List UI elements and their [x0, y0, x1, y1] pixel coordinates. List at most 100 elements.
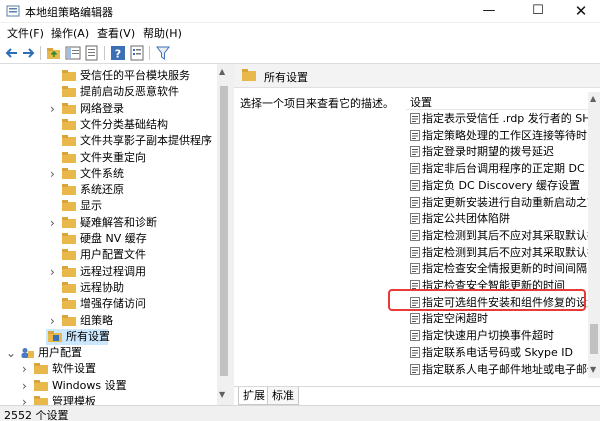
tree-item[interactable]: › 软件设置 — [0, 361, 215, 377]
scroll-up-arrow-icon[interactable]: ▲ — [590, 94, 596, 103]
folder-icon — [48, 330, 62, 342]
status-text: 2552 个设置 — [4, 409, 69, 421]
chevron-right-icon[interactable]: › — [50, 166, 60, 182]
setting-row[interactable]: 指定负 DC Discovery 缓存设置 — [406, 177, 588, 194]
tree-item[interactable]: › Windows 设置 — [0, 378, 215, 394]
folder-icon — [62, 167, 76, 179]
folder-icon — [62, 135, 76, 147]
folder-icon — [242, 69, 256, 81]
setting-row[interactable]: 指定公共团体陷阱 — [406, 210, 588, 227]
folder-icon — [34, 396, 48, 405]
setting-row[interactable]: 指定表示受信任 .rdp 发行者的 SHA1 — [406, 110, 588, 127]
tree-item[interactable]: 用户配置文件 — [0, 247, 215, 263]
tree-item-label: 文件共享影子副本提供程序 — [80, 134, 212, 148]
tree-item[interactable]: 远程协助 — [0, 280, 215, 296]
setting-row[interactable]: 指定检查安全情报更新的时间间隔 — [406, 260, 588, 277]
list-vertical-scrollbar[interactable]: ▲ ▼ — [588, 92, 600, 378]
scroll-up-arrow-icon[interactable]: ▲ — [219, 67, 225, 76]
setting-row[interactable]: 指定快速用户切换事件超时 — [406, 327, 588, 344]
setting-row[interactable]: 指定更新安装进行自动重新启动之前的 — [406, 194, 588, 211]
menu-file[interactable]: 文件(F) — [7, 25, 44, 41]
menu-action[interactable]: 操作(A) — [51, 25, 89, 41]
tree-item-label: 网络登录 — [80, 101, 124, 115]
menu-help[interactable]: 帮助(H) — [143, 25, 182, 41]
tree-item-label: 远程过程调用 — [80, 264, 146, 278]
navigation-tree[interactable]: 受信任的平台模块服务 提前启动反恶意软件 › 网络登录 文件分类基础结构 文件共享影子副本… — [0, 64, 230, 405]
tree-item-label: 管理模板 — [52, 395, 96, 405]
settings-list[interactable]: 指定表示受信任 .rdp 发行者的 SHA1 指定策略处理的工作区连接等待时间 指定… — [406, 110, 588, 378]
folder-icon — [62, 298, 76, 310]
setting-label: 指定策略处理的工作区连接等待时间 — [422, 128, 588, 142]
tree-item[interactable]: › 文件系统 — [0, 166, 215, 182]
setting-row[interactable]: 指定联系人电子邮件地址或电子邮件 ID — [406, 361, 588, 378]
chevron-right-icon[interactable]: › — [50, 215, 60, 231]
minimize-button[interactable]: — — [470, 0, 508, 22]
tree-item[interactable]: 增强存储访问 — [0, 296, 215, 312]
setting-label: 指定空闲超时 — [422, 312, 488, 326]
close-button[interactable]: ✕ — [562, 0, 600, 22]
column-header-setting[interactable]: 设置 — [406, 92, 588, 110]
setting-row[interactable]: 指定空闲超时 — [406, 310, 588, 327]
tree-item-label: 软件设置 — [52, 362, 96, 376]
tree-item[interactable]: › 管理模板 — [0, 394, 215, 405]
tree-item[interactable]: 所有设置 — [46, 328, 110, 345]
properties-icon[interactable] — [129, 45, 145, 61]
tree-vertical-scrollbar[interactable]: ▲ ▼ — [217, 64, 230, 405]
tree-item[interactable]: › 远程过程调用 — [0, 264, 215, 280]
tree-item[interactable]: 提前启动反恶意软件 — [0, 84, 215, 100]
setting-label: 指定登录时期望的拨号延迟 — [422, 145, 554, 159]
scrollbar-thumb[interactable] — [590, 324, 598, 354]
chevron-down-icon[interactable]: ⌄ — [6, 345, 16, 361]
setting-row[interactable]: 指定检测到其后不应对其采取默认操作 — [406, 244, 588, 261]
folder-icon — [62, 184, 76, 196]
setting-label: 指定表示受信任 .rdp 发行者的 SHA1 — [422, 112, 588, 125]
tree-item[interactable]: 硬盘 NV 缓存 — [0, 231, 215, 247]
chevron-right-icon[interactable]: › — [22, 394, 32, 405]
tree-item-label: 增强存储访问 — [80, 297, 146, 311]
chevron-right-icon[interactable]: › — [50, 101, 60, 117]
forward-arrow-icon[interactable] — [20, 45, 36, 61]
column-header-label: 设置 — [410, 96, 432, 109]
tree-item[interactable]: › 疑难解答和诊断 — [0, 215, 215, 231]
tree-item[interactable]: 显示 — [0, 198, 215, 214]
policy-setting-icon — [410, 196, 420, 208]
setting-row[interactable]: 指定非后台调用程序的正定期 DC 缓存 — [406, 160, 588, 177]
chevron-right-icon[interactable]: › — [50, 313, 60, 329]
tree-item-label: Windows 设置 — [52, 378, 127, 392]
tab-standard[interactable]: 标准 — [267, 387, 299, 405]
tab-extended[interactable]: 扩展 — [238, 387, 270, 405]
back-arrow-icon[interactable] — [4, 45, 20, 61]
tree-item[interactable]: 系统还原 — [0, 182, 215, 198]
scroll-down-arrow-icon[interactable]: ▼ — [590, 365, 596, 374]
scroll-down-arrow-icon[interactable]: ▼ — [219, 390, 225, 399]
tree-item[interactable]: ⌄ 用户配置 — [0, 345, 215, 361]
maximize-button[interactable]: ☐ — [519, 0, 557, 22]
chevron-right-icon[interactable]: › — [50, 264, 60, 280]
tree-item[interactable]: 文件分类基础结构 — [0, 117, 215, 133]
menu-view[interactable]: 查看(V) — [97, 25, 135, 41]
tree-item[interactable]: 受信任的平台模块服务 — [0, 68, 215, 84]
tree-item-label: 硬盘 NV 缓存 — [80, 232, 147, 245]
setting-row[interactable]: 指定检测到其后不应对其采取默认操作 — [406, 227, 588, 244]
help-icon[interactable]: ? — [110, 45, 126, 61]
up-folder-icon[interactable] — [46, 45, 62, 61]
app-icon — [6, 5, 20, 17]
scrollbar-thumb[interactable] — [220, 86, 228, 376]
tree-item[interactable]: › 网络登录 — [0, 101, 215, 117]
export-list-icon[interactable] — [84, 45, 100, 61]
policy-setting-icon — [410, 129, 420, 141]
setting-row[interactable]: 指定联系电话号码或 Skype ID — [406, 344, 588, 361]
tree-item[interactable]: 文件夹重定向 — [0, 150, 215, 166]
folder-icon — [62, 151, 76, 163]
folder-icon — [62, 200, 76, 212]
show-hide-tree-icon[interactable] — [65, 45, 81, 61]
policy-setting-icon — [410, 213, 420, 225]
folder-icon — [62, 233, 76, 244]
tree-item[interactable]: › 组策略 — [0, 313, 215, 329]
tree-item[interactable]: 文件共享影子副本提供程序 — [0, 133, 215, 149]
filter-icon[interactable] — [155, 45, 171, 61]
chevron-right-icon[interactable]: › — [22, 378, 32, 394]
chevron-right-icon[interactable]: › — [22, 361, 32, 377]
setting-row[interactable]: 指定登录时期望的拨号延迟 — [406, 143, 588, 160]
setting-row[interactable]: 指定策略处理的工作区连接等待时间 — [406, 127, 588, 144]
